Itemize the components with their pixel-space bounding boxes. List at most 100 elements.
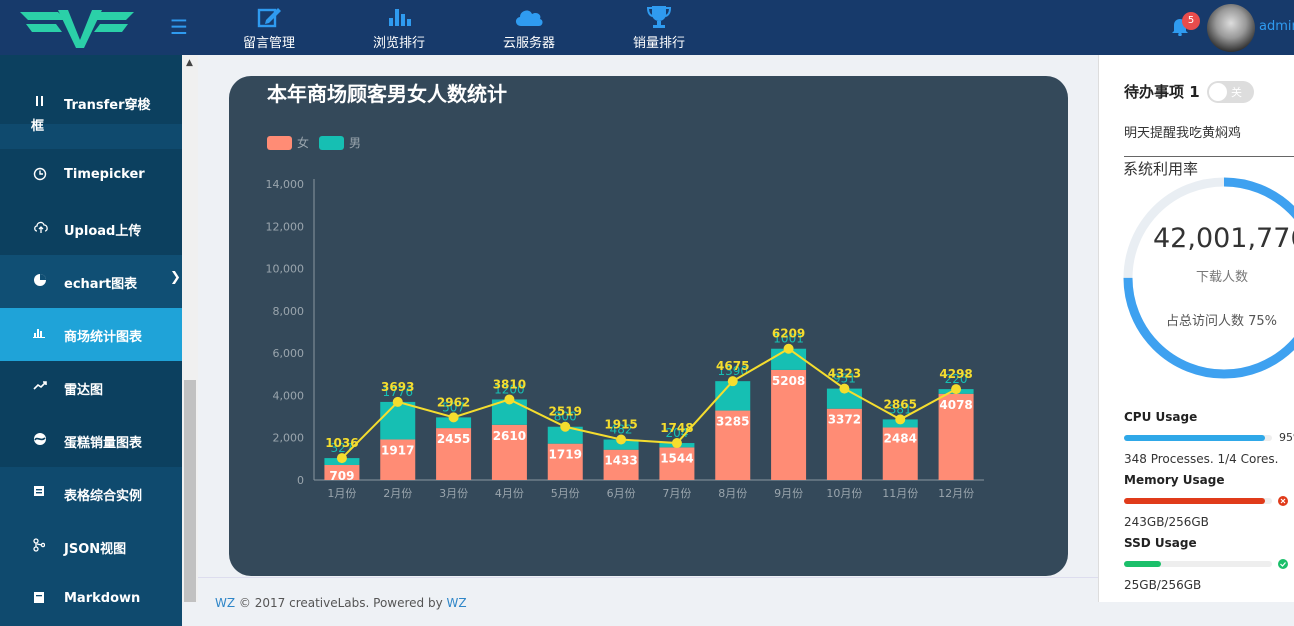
x-tick-label: 10月份: [826, 487, 862, 500]
bar-female-label: 1544: [660, 451, 693, 465]
topnav-messages[interactable]: 留言管理: [236, 0, 302, 55]
line-point: [783, 343, 794, 354]
sidebar-item-radar[interactable]: 雷达图: [0, 361, 182, 414]
line-point-label: 1915: [604, 418, 637, 432]
legend-swatch: [267, 136, 292, 150]
line-point: [671, 438, 682, 449]
line-point-label: 4675: [716, 359, 749, 373]
username[interactable]: admin: [1259, 19, 1294, 34]
chart-svg: 0 2,000 4,000 6,000 8,000 10,000 12,000 14,000 7…: [266, 135, 984, 500]
bar-female-label: 1719: [549, 448, 582, 462]
line-point: [727, 376, 738, 387]
topnav-browse-rank[interactable]: 浏览排行: [366, 0, 432, 55]
line-point: [392, 396, 403, 407]
sidebar-item-timepicker[interactable]: Timepicker: [0, 149, 182, 202]
y-tick-label: 0: [297, 474, 304, 487]
sidebar-item-label: 雷达图: [64, 383, 104, 398]
upload-cloud-icon: [33, 220, 48, 234]
bar-female-label: 2610: [493, 429, 526, 443]
ssd-usage-title: SSD Usage: [1124, 536, 1197, 550]
memory-usage-fill: [1124, 498, 1265, 504]
bar-male: [380, 401, 416, 440]
y-tick-label: 8,000: [273, 305, 305, 318]
line-point-label: 2519: [549, 405, 582, 419]
sidebar-item-upload[interactable]: Upload上传: [0, 202, 182, 255]
ssd-usage-detail: 25GB/256GB: [1124, 578, 1202, 592]
line-point: [336, 453, 347, 464]
x-tick-label: 12月份: [938, 487, 974, 500]
sidebar-item-label: Transfer穿梭: [64, 98, 151, 113]
check-icon: [1278, 559, 1288, 569]
scroll-up-arrow-icon[interactable]: ▲: [186, 58, 193, 68]
sidebar-item-label: 蛋糕销量图表: [64, 436, 143, 451]
footer-link[interactable]: WZ: [447, 596, 467, 610]
x-tick-label: 1月份: [327, 487, 356, 500]
topnav-label: 留言管理: [242, 36, 295, 51]
y-tick-label: 14,000: [266, 178, 305, 191]
line-point-label: 1748: [660, 421, 693, 435]
markdown-icon: [33, 591, 47, 605]
topnav-label: 云服务器: [502, 36, 555, 51]
sidebar-item-echart[interactable]: echart图表 ❯: [0, 255, 182, 308]
right-panel: 待办事项 1 关 明天提醒我吃黄焖鸡 系统利用率 42,001,776 下载人数…: [1098, 55, 1294, 602]
cloud-icon: [496, 0, 562, 30]
sidebar-item-json-view[interactable]: JSON视图: [0, 520, 182, 573]
line-point: [448, 412, 459, 423]
todo-toggle[interactable]: 关: [1207, 81, 1254, 103]
sidebar-item-markdown[interactable]: Markdown: [0, 573, 182, 626]
todo-item[interactable]: 明天提醒我吃黄焖鸡: [1124, 122, 1241, 141]
bar-female-label: 1433: [604, 454, 637, 468]
line-point-label: 3693: [381, 380, 414, 394]
line-point-label: 2962: [437, 395, 470, 409]
sidebar-item-mall-stats[interactable]: 商场统计图表: [0, 308, 182, 361]
menu-toggle-icon[interactable]: ☰: [170, 17, 188, 37]
cpu-usage-title: CPU Usage: [1124, 410, 1198, 424]
topnav-cloud-server[interactable]: 云服务器: [496, 0, 562, 55]
topnav-sales-rank[interactable]: 销量排行: [626, 0, 692, 55]
sidebar-item-label: 商场统计图表: [64, 330, 143, 345]
line-point-label: 2865: [884, 397, 917, 411]
memory-usage-bar: [1124, 498, 1272, 504]
avatar[interactable]: [1207, 4, 1255, 52]
ssd-usage-fill: [1124, 561, 1161, 567]
sidebar-scrollbar-thumb[interactable]: [184, 380, 196, 602]
chart-title: 本年商场顾客男女人数统计: [267, 82, 507, 106]
memory-usage-detail: 243GB/256GB: [1124, 515, 1209, 529]
line-point: [895, 414, 906, 425]
x-tick-label: 7月份: [662, 487, 691, 500]
line-point: [560, 421, 571, 432]
sidebar-item-label: JSON视图: [64, 542, 127, 557]
x-tick-label: 5月份: [551, 487, 580, 500]
error-icon: [1278, 496, 1288, 506]
pie-chart-icon: [33, 273, 47, 287]
sidebar-item-label: 表格综合实例: [64, 489, 143, 504]
legend-label: 男: [349, 136, 361, 150]
y-tick-label: 4,000: [273, 389, 305, 402]
bar-female-label: 2484: [884, 431, 917, 445]
sidebar-item-table-demo[interactable]: 表格综合实例: [0, 467, 182, 520]
line-point: [839, 383, 850, 394]
x-tick-label: 4月份: [495, 487, 524, 500]
line-point-label: 3810: [493, 377, 526, 391]
legend-swatch: [319, 136, 344, 150]
logo[interactable]: [18, 6, 136, 50]
sidebar-item-cake-sales[interactable]: 蛋糕销量图表: [0, 414, 182, 467]
top-bar: ☰ 留言管理 浏览排行 云服务器 销量排行 5 admin: [0, 0, 1294, 55]
line-point-label: 4298: [939, 367, 972, 381]
trophy-icon: [626, 0, 692, 30]
download-label: 下载人数: [1196, 270, 1249, 285]
x-tick-label: 9月份: [774, 487, 803, 500]
edit-icon: [236, 0, 302, 30]
divider: [1124, 156, 1294, 157]
percent-label: 占总访问人数 75%: [1166, 314, 1278, 329]
footer-link[interactable]: WZ: [215, 596, 235, 610]
y-tick-label: 12,000: [266, 220, 305, 233]
cpu-usage-bar: [1124, 435, 1272, 441]
bar-female-label: 3285: [716, 415, 749, 429]
table-icon: [33, 485, 47, 499]
todo-title: 待办事项 1: [1124, 83, 1200, 101]
bar-female-label: 709: [329, 469, 354, 483]
sidebar-item-transfer[interactable]: Transfer穿梭 框: [0, 55, 182, 134]
bar-chart-icon: [33, 326, 47, 340]
sidebar-item-label: Markdown: [64, 591, 141, 606]
